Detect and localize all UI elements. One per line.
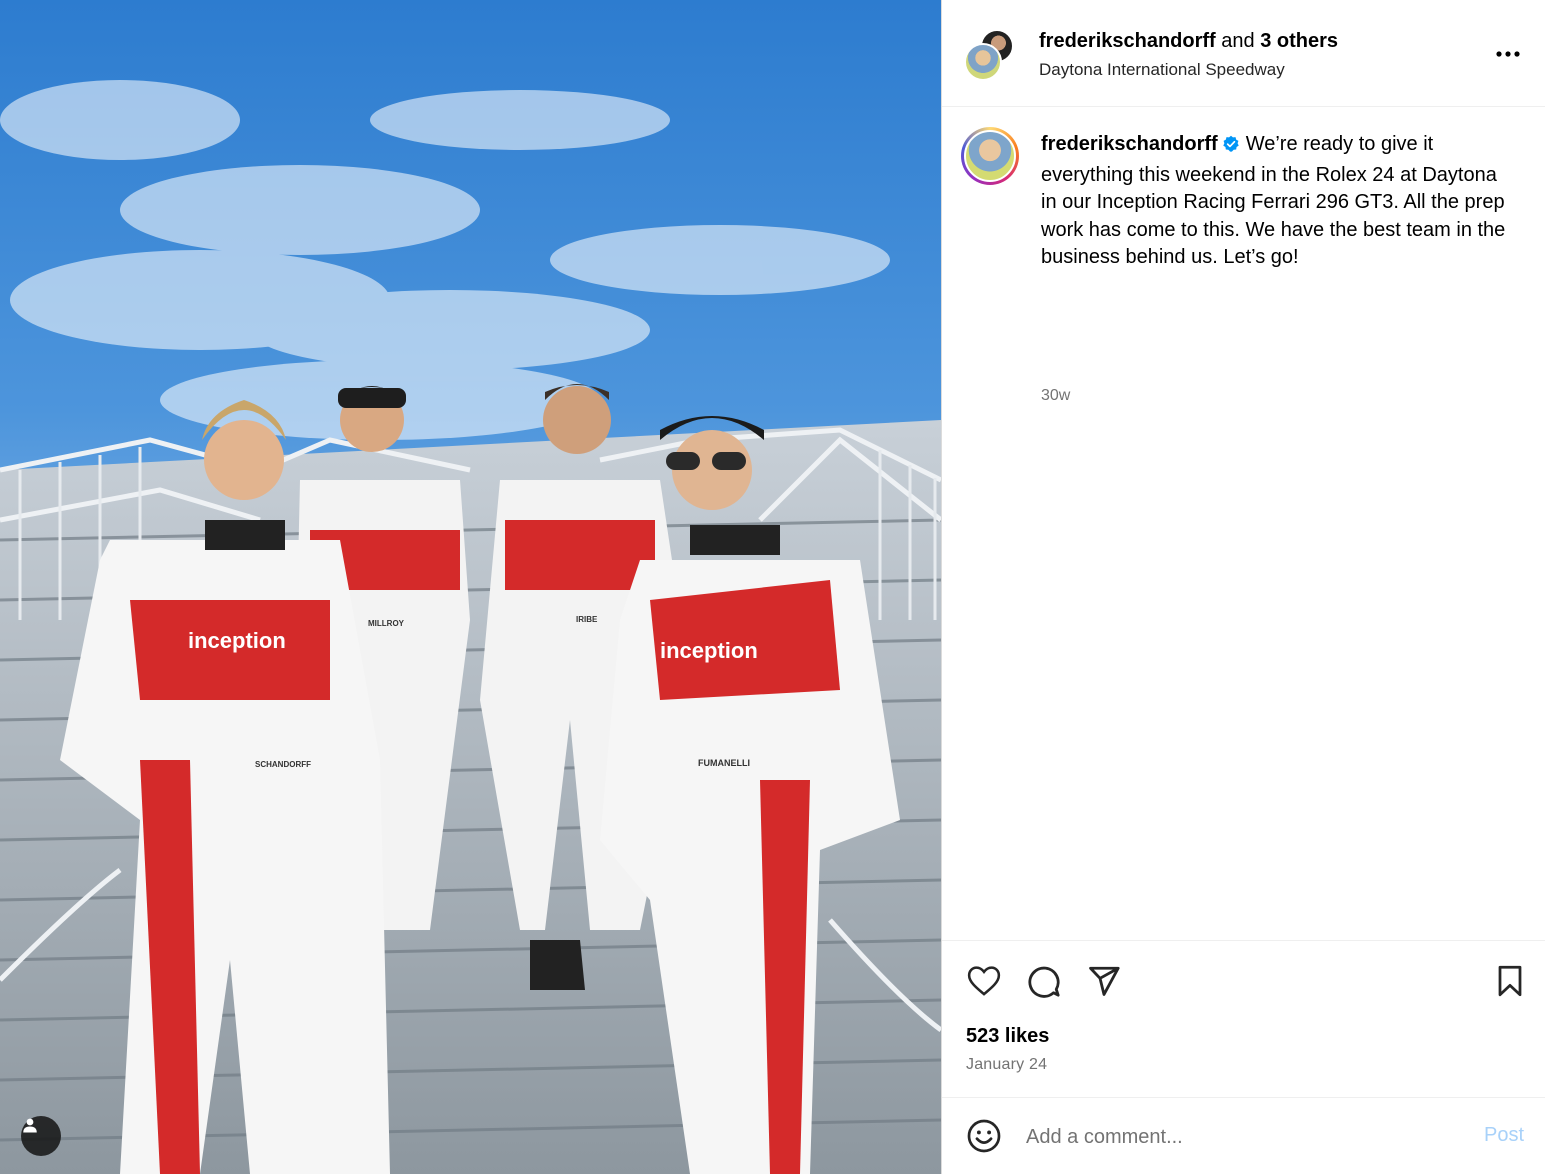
suit-name-4: FUMANELLI bbox=[698, 758, 750, 768]
more-options-button[interactable] bbox=[1494, 40, 1522, 68]
verified-badge-icon bbox=[1222, 134, 1240, 162]
user-icon bbox=[23, 1118, 37, 1133]
emoji-icon bbox=[967, 1119, 1001, 1153]
like-button[interactable] bbox=[966, 963, 1002, 999]
author-username-link[interactable]: frederikschandorff bbox=[1039, 30, 1216, 52]
suit-name-2: MILLROY bbox=[368, 619, 405, 628]
post-photo[interactable]: inception inception SCHANDORFF MILLROY I… bbox=[0, 0, 941, 1174]
comment-input[interactable] bbox=[1026, 1120, 1466, 1154]
share-icon bbox=[1089, 966, 1120, 996]
suit-brand-1: inception bbox=[188, 628, 286, 653]
timestamp[interactable]: 30w bbox=[1041, 387, 1070, 405]
caption: frederikschandorff We’re ready to give i… bbox=[1041, 131, 1511, 272]
post-actions: 523 likes January 24 bbox=[942, 940, 1545, 1097]
avatar[interactable] bbox=[961, 127, 1019, 185]
more-options-icon bbox=[1496, 51, 1520, 57]
racing-drivers-photo: inception inception SCHANDORFF MILLROY I… bbox=[0, 0, 941, 1174]
comment-button[interactable] bbox=[1026, 963, 1062, 999]
bookmark-icon bbox=[1498, 965, 1522, 997]
caption-username-link[interactable]: frederikschandorff bbox=[1041, 133, 1218, 155]
suit-name-1: SCHANDORFF bbox=[255, 760, 311, 769]
location-link[interactable]: Daytona International Speedway bbox=[1039, 60, 1285, 80]
avatar bbox=[964, 43, 1002, 81]
heart-icon bbox=[967, 966, 1001, 996]
suit-name-3: IRIBE bbox=[576, 615, 598, 624]
post-authors: frederikschandorff and 3 others bbox=[1039, 30, 1338, 53]
comment-bar: Post bbox=[942, 1097, 1545, 1174]
post-comment-button[interactable]: Post bbox=[1484, 1124, 1524, 1147]
suit-brand-4: inception bbox=[660, 638, 758, 663]
caption-section: frederikschandorff We’re ready to give i… bbox=[942, 107, 1545, 940]
emoji-button[interactable] bbox=[966, 1118, 1002, 1154]
and-text: and bbox=[1221, 30, 1255, 52]
share-button[interactable] bbox=[1086, 963, 1122, 999]
likes-count[interactable]: 523 likes bbox=[966, 1025, 1049, 1048]
post-date[interactable]: January 24 bbox=[966, 1056, 1047, 1074]
save-button[interactable] bbox=[1492, 963, 1528, 999]
others-link[interactable]: 3 others bbox=[1260, 30, 1338, 52]
comment-icon bbox=[1028, 966, 1060, 998]
collaborator-avatars[interactable] bbox=[964, 29, 1016, 81]
post-header: frederikschandorff and 3 others Daytona … bbox=[942, 0, 1545, 107]
tagged-users-button[interactable] bbox=[21, 1116, 61, 1156]
post-sidebar: frederikschandorff and 3 others Daytona … bbox=[941, 0, 1545, 1174]
